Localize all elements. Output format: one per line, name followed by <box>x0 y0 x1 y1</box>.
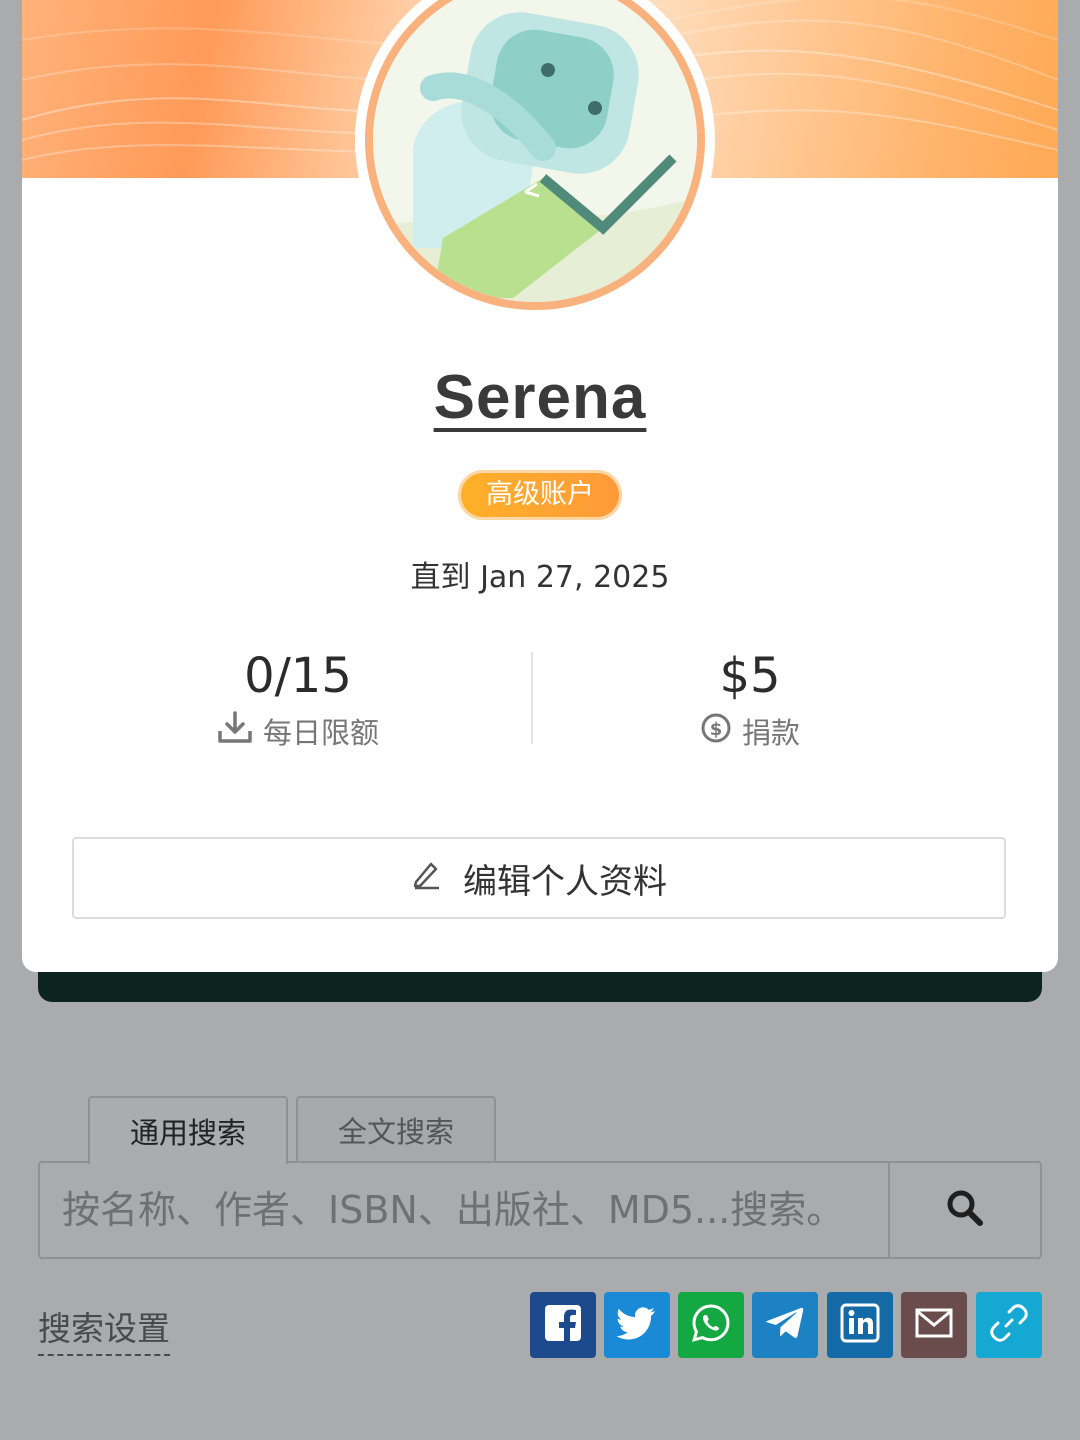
daily-limit-label: 每日限额 <box>262 716 379 750</box>
dollar-circle-icon: $ <box>700 712 732 751</box>
profile-card: Serena 高级账户 直到 Jan 27, 2025 0/15 每日限额 $5… <box>22 0 1058 972</box>
download-icon <box>217 710 253 752</box>
tab-general-search[interactable]: 通用搜索 <box>88 1096 288 1164</box>
edit-profile-label: 编辑个人资料 <box>463 861 667 902</box>
donation-value: $5 <box>719 648 781 704</box>
whatsapp-icon <box>691 1303 731 1347</box>
daily-limit-stat: 0/15 每日限额 <box>88 648 508 752</box>
avatar[interactable] <box>355 0 715 320</box>
link-icon <box>989 1303 1029 1347</box>
search-settings-link[interactable]: 搜索设置 <box>38 1302 170 1356</box>
search-icon <box>945 1188 985 1232</box>
whatsapp-share-button[interactable] <box>678 1292 744 1358</box>
search-button[interactable] <box>888 1163 1040 1257</box>
stats-divider <box>531 652 533 744</box>
edit-profile-button[interactable]: 编辑个人资料 <box>72 837 1006 919</box>
search-input[interactable] <box>40 1163 888 1257</box>
linkedin-icon <box>840 1303 880 1347</box>
telegram-share-button[interactable] <box>752 1292 818 1358</box>
email-share-button[interactable] <box>901 1292 967 1358</box>
username[interactable]: Serena <box>22 362 1058 433</box>
search-bar <box>38 1161 1042 1259</box>
expiry-date: 直到 Jan 27, 2025 <box>410 560 670 595</box>
svg-text:$: $ <box>710 719 723 740</box>
copy-link-share-button[interactable] <box>976 1292 1042 1358</box>
pencil-icon <box>411 858 443 899</box>
facebook-icon <box>543 1303 583 1347</box>
tab-fulltext-search[interactable]: 全文搜索 <box>296 1096 496 1162</box>
mail-icon <box>914 1306 954 1344</box>
avatar-image <box>365 0 705 310</box>
twitter-icon <box>616 1305 657 1345</box>
daily-limit-value: 0/15 <box>244 648 352 704</box>
username-text[interactable]: Serena <box>434 363 647 432</box>
donation-label: 捐款 <box>741 716 800 750</box>
premium-badge: 高级账户 <box>458 470 622 520</box>
linkedin-share-button[interactable] <box>827 1292 893 1358</box>
twitter-share-button[interactable] <box>604 1292 670 1358</box>
telegram-icon <box>765 1305 805 1345</box>
donation-stat: $5 $ 捐款 <box>540 648 960 752</box>
facebook-share-button[interactable] <box>530 1292 596 1358</box>
